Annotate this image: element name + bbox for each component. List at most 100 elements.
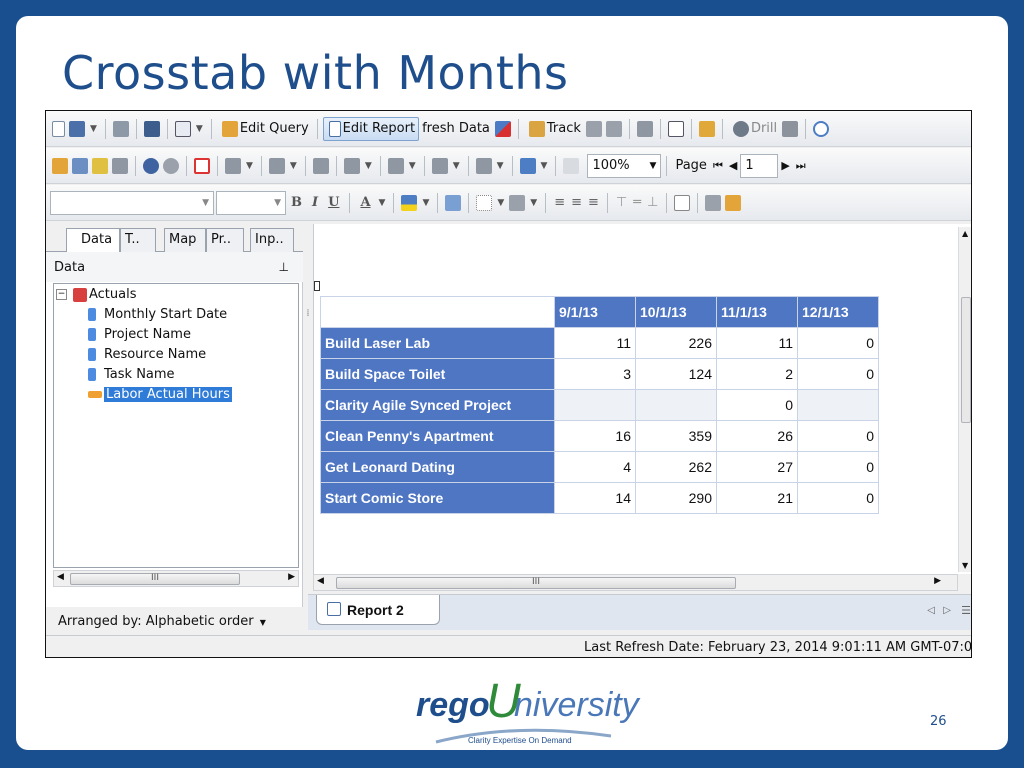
formula-icon[interactable] — [72, 157, 88, 174]
insert-icon[interactable] — [52, 157, 68, 174]
filter-dropdown-icon[interactable]: ▼ — [290, 161, 297, 171]
column-header-cell[interactable]: 9/1/13 — [554, 296, 636, 328]
align-left-icon[interactable]: ≡ — [551, 191, 568, 215]
value-cell[interactable]: 0 — [797, 451, 879, 483]
row-header-cell[interactable]: Get Leonard Dating — [320, 451, 555, 483]
tab-properties[interactable]: Pr.. — [206, 228, 244, 252]
warning-icon[interactable] — [194, 157, 210, 174]
sort-dropdown-icon[interactable]: ▼ — [365, 161, 372, 171]
row-header-cell[interactable]: Build Laser Lab — [320, 327, 555, 359]
tab-report-2[interactable]: Report 2 — [316, 595, 440, 625]
wrap-text-icon[interactable] — [674, 194, 691, 211]
page-layout-icon[interactable] — [174, 120, 191, 137]
scroll-down-icon[interactable]: ▼ — [962, 561, 968, 570]
save-dropdown-icon[interactable]: ▼ — [90, 124, 97, 134]
zoom-select[interactable]: 100% ▼ — [587, 153, 662, 178]
merge-icon[interactable] — [112, 157, 128, 174]
tree-node-monthly-start-date[interactable]: Monthly Start Date — [86, 305, 227, 324]
column-header-cell[interactable]: 11/1/13 — [716, 296, 798, 328]
row-header-cell[interactable]: Build Space Toilet — [320, 358, 555, 390]
scroll-right-icon[interactable]: ▶ — [934, 576, 941, 586]
drill-binoculars-icon[interactable] — [782, 120, 799, 137]
refresh-data-button[interactable]: fresh Data — [419, 117, 493, 141]
value-cell[interactable]: 359 — [635, 420, 717, 452]
splitter-grip[interactable]: ⁞ — [305, 309, 311, 351]
align-right-icon[interactable]: ≡ — [585, 191, 602, 215]
tab-map[interactable]: Map — [164, 228, 206, 252]
tab-list-icon[interactable]: ☰ — [961, 604, 971, 617]
new-document-icon[interactable] — [52, 120, 65, 137]
last-page-icon[interactable]: ⏭ — [793, 154, 809, 178]
tab-scroll-left-icon[interactable]: ◁ — [927, 605, 935, 616]
print-icon[interactable] — [112, 120, 129, 137]
value-cell[interactable]: 21 — [716, 482, 798, 514]
more-tools-icon[interactable] — [563, 157, 580, 174]
data-dropdown-icon[interactable]: ▼ — [246, 161, 253, 171]
scroll-right-icon[interactable]: ▶ — [288, 572, 295, 582]
font-family-select[interactable]: ▼ — [50, 190, 214, 215]
font-color-icon[interactable]: A — [355, 195, 375, 210]
row-header-cell[interactable]: Start Comic Store — [320, 482, 555, 514]
find-binoculars-icon[interactable] — [143, 120, 160, 137]
border-style-dropdown-icon[interactable]: ▼ — [530, 198, 537, 208]
filter-funnel-icon[interactable] — [268, 157, 285, 174]
alerter-dropdown-icon[interactable]: ▼ — [497, 161, 504, 171]
row-header-cell[interactable]: Clean Penny's Apartment — [320, 420, 555, 452]
info-icon[interactable] — [813, 120, 830, 137]
value-cell[interactable] — [797, 389, 879, 421]
ranking-dropdown-icon[interactable]: ▼ — [453, 161, 460, 171]
value-cell[interactable]: 3 — [554, 358, 636, 390]
undo-track-icon[interactable] — [585, 120, 602, 137]
sort-icon[interactable] — [343, 157, 360, 174]
tree-node-project-name[interactable]: Project Name — [86, 325, 191, 344]
page-number-input[interactable]: 1 — [740, 153, 779, 178]
tree-node-actuals[interactable]: − Actuals — [56, 285, 137, 304]
tab-data[interactable]: Data — [66, 228, 120, 253]
layout-dropdown-icon[interactable]: ▼ — [196, 124, 203, 134]
fill-color-icon[interactable] — [401, 194, 418, 211]
value-cell[interactable] — [635, 389, 717, 421]
redo-icon[interactable] — [163, 157, 179, 174]
scroll-up-icon[interactable]: ▲ — [962, 229, 968, 238]
redo-track-icon[interactable] — [605, 120, 622, 137]
data-icon[interactable] — [225, 157, 241, 174]
fill-color-dropdown-icon[interactable]: ▼ — [422, 198, 429, 208]
break-icon[interactable] — [312, 157, 329, 174]
underline-icon[interactable]: U — [323, 195, 344, 210]
row-header-cell[interactable]: Clarity Agile Synced Project — [320, 389, 555, 421]
hierarchy-dropdown-icon[interactable]: ▼ — [541, 161, 548, 171]
value-cell[interactable]: 14 — [554, 482, 636, 514]
tree-node-labor-actual-hours[interactable]: Labor Actual Hours — [86, 385, 232, 404]
alerter-icon[interactable] — [475, 157, 492, 174]
outline-icon[interactable] — [636, 120, 653, 137]
tree-node-resource-name[interactable]: Resource Name — [86, 345, 206, 364]
sum-dropdown-icon[interactable]: ▼ — [409, 161, 416, 171]
borders-icon[interactable] — [476, 194, 493, 211]
align-top-icon[interactable]: ⊤ — [613, 191, 630, 215]
merge-cells-icon[interactable] — [705, 194, 722, 211]
value-cell[interactable]: 11 — [716, 327, 798, 359]
value-cell[interactable]: 0 — [797, 358, 879, 390]
value-cell[interactable]: 4 — [554, 451, 636, 483]
tree-node-task-name[interactable]: Task Name — [86, 365, 175, 384]
drill-button[interactable]: Drill — [728, 117, 780, 141]
font-size-select[interactable]: ▼ — [216, 190, 286, 215]
cancel-refresh-icon[interactable] — [494, 120, 511, 137]
collapse-icon[interactable]: − — [56, 289, 67, 300]
bold-icon[interactable]: B — [286, 195, 307, 210]
value-cell[interactable]: 16 — [554, 420, 636, 452]
edit-report-button[interactable]: Edit Report — [322, 116, 420, 141]
cell-anchor-icon[interactable] — [314, 281, 320, 291]
tab-input-controls[interactable]: Inp.. — [250, 228, 294, 252]
value-cell[interactable] — [554, 389, 636, 421]
scroll-left-icon[interactable]: ◀ — [57, 572, 64, 582]
column-header-cell[interactable]: 12/1/13 — [797, 296, 879, 328]
hierarchy-icon[interactable] — [519, 157, 536, 174]
tab-templates[interactable]: T.. — [120, 228, 156, 252]
value-cell[interactable]: 124 — [635, 358, 717, 390]
value-cell[interactable]: 262 — [635, 451, 717, 483]
next-page-icon[interactable]: ▶ — [778, 154, 792, 178]
save-icon[interactable] — [69, 120, 85, 137]
value-cell[interactable]: 2 — [716, 358, 798, 390]
value-cell[interactable]: 0 — [716, 389, 798, 421]
